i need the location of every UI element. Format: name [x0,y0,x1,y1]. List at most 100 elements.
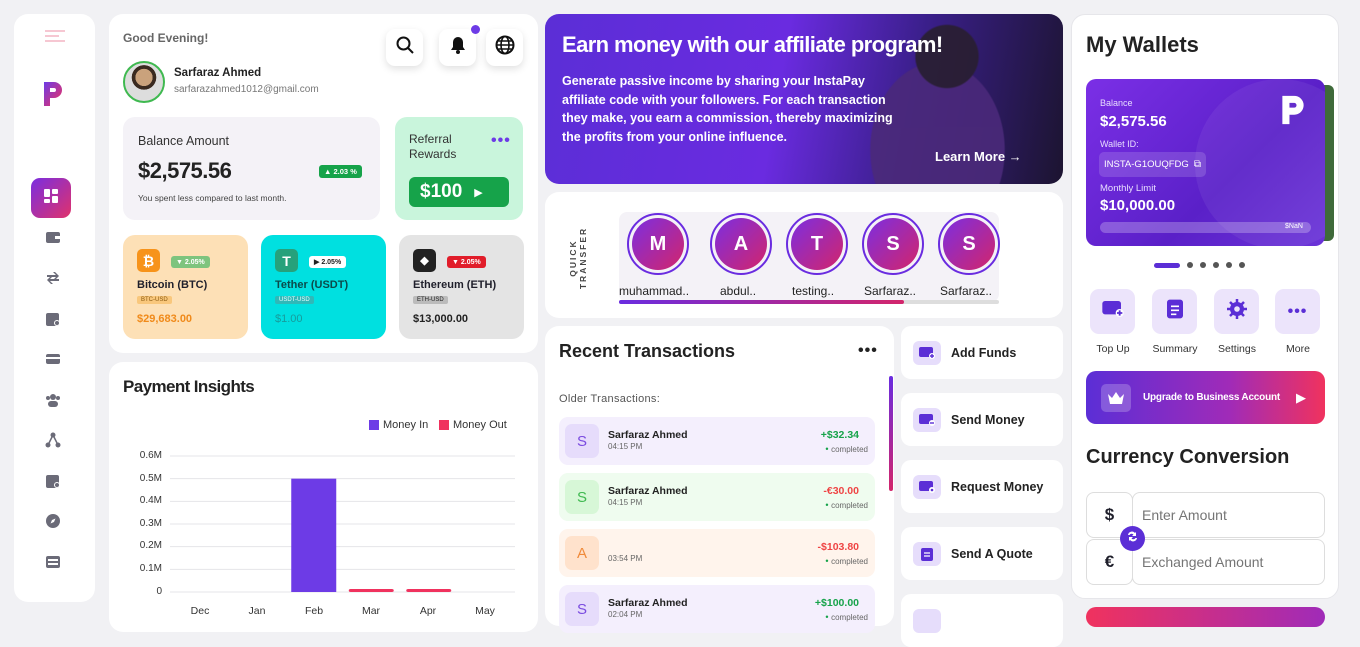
btc-change-badge: ▼ 2.05% [171,256,210,268]
swap-icon [1126,530,1139,548]
wallets-title: My Wallets [1086,32,1199,57]
transaction-amount: +$100.00 [814,597,859,609]
transaction-name: Sarfaraz Ahmed [608,597,688,609]
coin-card-btc[interactable]: ₿ ▼ 2.05% Bitcoin (BTC) BTC-USD $29,683.… [123,235,248,339]
search-button[interactable] [386,29,423,66]
language-button[interactable] [486,29,523,66]
schedule-icon [45,473,61,494]
transaction-row[interactable]: S Sarfaraz Ahmed 02:04 PM +$100.00 • complet… [559,585,875,633]
legend-money-out: Money Out [439,419,507,431]
tether-icon: T [275,249,298,272]
sidebar-item-cards[interactable] [44,352,62,370]
sidebar-item-explore[interactable] [44,513,62,532]
summary-button[interactable] [1152,289,1197,334]
settings-button[interactable] [1214,289,1259,334]
transaction-row[interactable]: A 03:54 PM -$103.80 • completed [559,529,875,577]
contact-name: muhammad.. [619,284,690,298]
copy-icon[interactable]: ⧉ [1194,159,1201,170]
y-tick: 0.6M [139,450,162,461]
summary-label: Summary [1152,343,1198,355]
app-logo[interactable] [42,80,64,108]
more-actions-button[interactable] [901,594,1063,647]
coin-card-eth[interactable]: ◆ ▼ 2.05% Ethereum (ETH) ETH-USD $13,000… [399,235,524,339]
x-tick: Dec [190,605,210,617]
wallet-logo [1280,93,1306,132]
upgrade-button[interactable]: Upgrade to Business Account ▶ [1086,371,1325,424]
add-funds-icon [913,341,941,365]
sidebar-item-wallet[interactable] [44,230,62,248]
bar-money-out-apr[interactable] [406,589,452,592]
contact-avatar[interactable]: S [862,213,924,275]
contact-avatar[interactable]: A [710,213,772,275]
transactions-more-icon[interactable]: ••• [858,342,878,360]
coin-card-usdt[interactable]: T ▶ 2.05% Tether (USDT) USDT-USD $1.00 [261,235,386,339]
bar-money-out-mar[interactable] [348,589,394,592]
bar-money-in-feb[interactable] [291,478,337,592]
collapse-icon[interactable] [45,30,65,42]
sidebar-item-network[interactable] [44,432,62,453]
send-quote-button[interactable]: Send A Quote [901,527,1063,580]
transaction-row[interactable]: S Sarfaraz Ahmed 04:15 PM -€30.00 • complete… [559,473,875,521]
x-tick: Jan [248,605,266,617]
network-icon [45,432,61,453]
add-funds-button[interactable]: Add Funds [901,326,1063,379]
transactions-scrollbar[interactable] [889,376,893,491]
sidebar-item-scan[interactable] [44,555,62,573]
transactions-section-label: Older Transactions: [559,393,661,405]
y-tick: 0.5M [139,473,162,484]
transaction-time: 03:54 PM [608,554,643,563]
sidebar-item-transfer[interactable] [44,271,62,289]
btc-price: $29,683.00 [137,313,193,325]
top-up-button[interactable] [1090,289,1135,334]
greeting: Good Evening! [123,31,209,45]
bottom-promo-strip[interactable] [1086,607,1325,627]
swap-currency-button[interactable] [1120,526,1145,551]
notifications-button[interactable] [439,29,476,66]
contact-avatar[interactable]: T [786,213,848,275]
btc-pair: BTC-USD [137,296,172,304]
contact-name: Sarfaraz.. [864,284,917,298]
referral-more-icon[interactable]: ••• [491,132,511,150]
quick-transfer-label: QUICK TRANSFER [568,226,588,290]
transaction-avatar: A [565,536,599,570]
transaction-time: 02:04 PM [608,610,643,619]
amount-input[interactable] [1132,492,1325,538]
send-money-button[interactable]: Send Money [901,393,1063,446]
users-icon [45,392,61,413]
transfer-icon [45,270,61,291]
referral-label-2: Rewards [409,147,457,161]
request-money-button[interactable]: Request Money [901,460,1063,513]
send-money-icon [913,408,941,432]
contact-avatar[interactable]: S [938,213,1000,275]
referral-amount-button[interactable]: $100 ▶ [409,177,509,207]
wallet-balance: $2,575.56 [1100,113,1167,130]
quick-transfer-scrollbar[interactable] [619,300,999,304]
sidebar-item-invoices[interactable] [44,312,62,330]
usdt-price: $1.00 [275,313,303,325]
transaction-status: • completed [825,444,868,454]
top-up-label: Top Up [1096,343,1130,355]
wallet-balance-label: Balance [1100,98,1133,108]
x-tick: Mar [361,605,381,617]
banner-title: Earn money with our affiliate program! [562,32,943,57]
transaction-row[interactable]: S Sarfaraz Ahmed 04:15 PM +$32.34 • complete… [559,417,875,465]
more-button[interactable]: ••• [1275,289,1320,334]
sidebar-item-users[interactable] [44,393,62,411]
contact-avatar[interactable]: M [627,213,689,275]
legend-swatch-out [439,420,449,430]
payment-chart [170,455,515,593]
learn-more-link[interactable]: Learn More → [935,149,1022,164]
transaction-amount: -$103.80 [817,541,859,553]
exchanged-amount-input[interactable] [1132,539,1325,585]
wallet-id-chip[interactable]: INSTA-G1OUQFDG ⧉ [1099,152,1206,177]
sidebar-item-dashboard[interactable] [31,178,71,218]
eth-price: $13,000.00 [413,313,469,325]
avatar[interactable] [123,61,165,103]
usdt-pair: USDT-USD [275,296,314,304]
crown-icon [1101,383,1131,412]
banner-text: Generate passive income by sharing your … [562,74,893,144]
balance-change-badge: ▲ 2.03 % [319,165,362,178]
sidebar-item-schedule[interactable] [44,474,62,492]
transaction-avatar: S [565,424,599,458]
carousel-dots[interactable] [1154,262,1245,268]
